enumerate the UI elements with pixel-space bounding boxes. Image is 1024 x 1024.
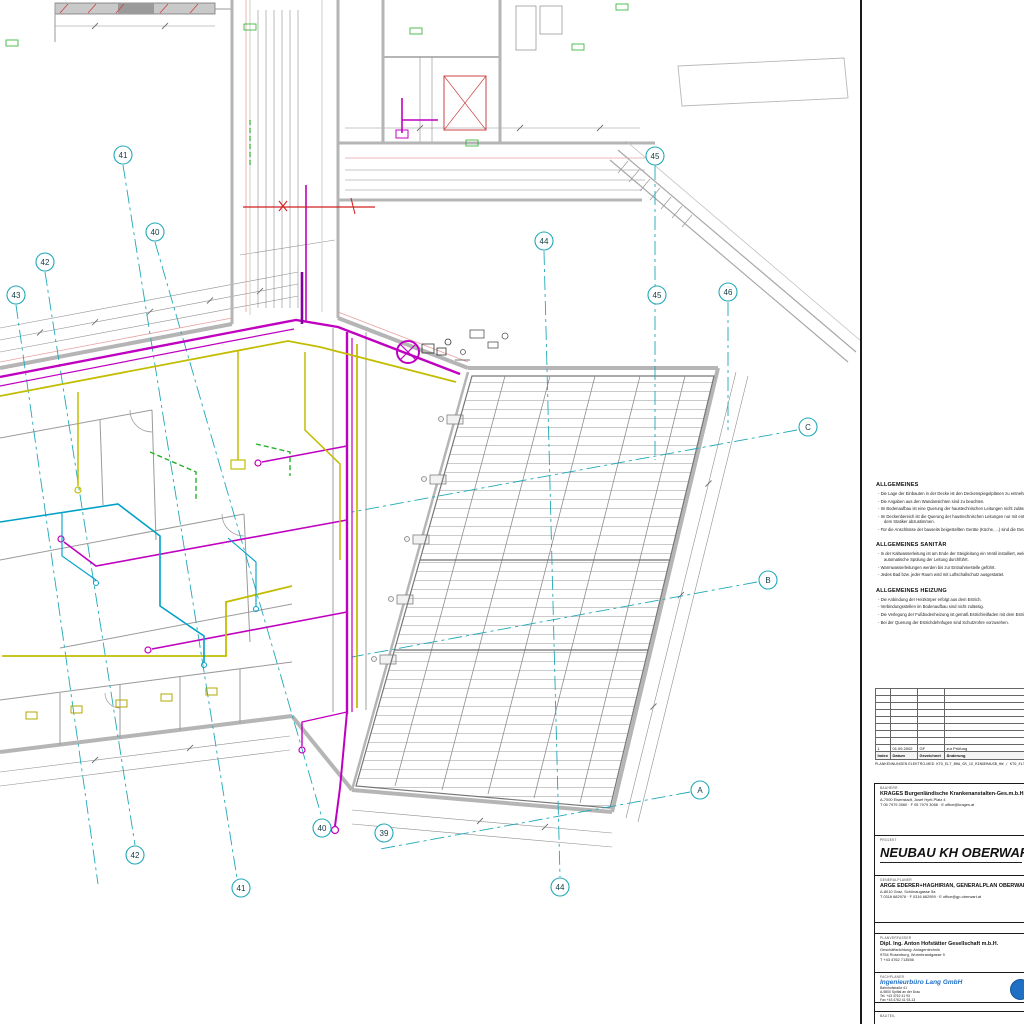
plankennung-label: PLANKENNUNGEN ELEKTRO-MED — [875, 762, 934, 766]
note-item: Die Lage der Einbauten in der Decke ist … — [884, 491, 1024, 496]
block-label: BAUHERR — [880, 786, 1022, 790]
generalplaner-block: GENERALPLANER ARGE EDERER+HAGHIRIAN, GEN… — [875, 876, 1024, 923]
notes-heading: ALLGEMEINES SANITÄR — [876, 542, 1024, 548]
svg-text:A: A — [697, 786, 703, 795]
title-block: BAUHERR KRAGES Burgenländische Krankenan… — [874, 783, 1024, 1024]
note-item: Die Verlegung der Fußbodenheizung ist ge… — [884, 612, 1024, 617]
revision-header-row: IndexDatum GezeichnetÄnderung — [876, 752, 1024, 760]
grid-bubble: 43 — [7, 286, 25, 304]
project-title: NEUBAU KH OBERWART — [880, 845, 1022, 863]
pipes-green-dashed — [150, 120, 290, 502]
title-block-panel: ALLGEMEINES Die Lage der Einbauten in de… — [860, 0, 1024, 1024]
projekt-block: PROJEKT NEUBAU KH OBERWART — [875, 836, 1024, 876]
svg-text:44: 44 — [540, 237, 549, 246]
planverfasser-line: T +43 4762 713556 — [880, 957, 1022, 962]
svg-text:42: 42 — [131, 851, 140, 860]
grid-bubble: 44 — [551, 878, 569, 896]
generalplaner-name: ARGE EDERER+HAGHIRIAN, GENERALPLAN OBERW… — [880, 883, 1022, 889]
svg-text:C: C — [805, 423, 811, 432]
table-row — [876, 717, 1024, 724]
grid-bubble: 46 — [719, 283, 737, 301]
revision-entry-row: 101.09.2002 GFzur Prüfung — [876, 745, 1024, 752]
svg-text:40: 40 — [151, 228, 160, 237]
note-item: Die Anbindung der Heizkörper erfolgt aus… — [884, 597, 1024, 602]
note-item: Verbindungsstellen im Bodenaufbau sind n… — [884, 604, 1024, 609]
table-row — [876, 738, 1024, 745]
table-row — [876, 710, 1024, 717]
grid-bubble: 40 — [313, 819, 331, 837]
pipes-cyan — [0, 504, 259, 668]
bauherr-name: KRAGES Burgenländische Krankenanstalten-… — [880, 791, 1022, 797]
svg-text:41: 41 — [237, 884, 246, 893]
bauteil-block: BAUTEIL — [875, 1012, 1024, 1024]
fachplaner-logo-icon — [1010, 979, 1024, 1000]
block-label: BAUTEIL — [880, 1014, 1022, 1018]
svg-text:43: 43 — [12, 291, 21, 300]
note-item: In der Kaltwasserleitung ist am Ende der… — [884, 551, 1024, 562]
grid-bubble: 41 — [114, 146, 132, 164]
revision-table: 101.09.2002 GFzur Prüfung IndexDatum Gez… — [875, 688, 1024, 760]
grid-bubble: A — [691, 781, 709, 799]
svg-text:41: 41 — [119, 151, 128, 160]
notes-heading: ALLGEMEINES HEIZUNG — [876, 588, 1024, 594]
grid-bubble: 42 — [126, 846, 144, 864]
notes-heading: ALLGEMEINES — [876, 482, 1024, 488]
fachplaner-block: FACHPLANER Ingenieurbüro Lang GmbH Bahnh… — [875, 973, 1024, 1003]
grid-bubble: 45 — [648, 286, 666, 304]
grid-bubble: C — [799, 418, 817, 436]
plan-sheet: 40 41 42 43 44 45 45 46 40 41 42 39 44 A… — [0, 0, 1024, 1024]
notes-allgemeines: ALLGEMEINES Die Lage der Einbauten in de… — [876, 482, 1024, 532]
notes-heizung: ALLGEMEINES HEIZUNG Die Anbindung der He… — [876, 588, 1024, 625]
general-notes: ALLGEMEINES Die Lage der Einbauten in de… — [876, 482, 1024, 635]
bauherr-block: BAUHERR KRAGES Burgenländische Krankenan… — [875, 784, 1024, 836]
note-item: Für die Anschlüsse der bauseits beigeste… — [884, 527, 1024, 532]
grid-bubble: 44 — [535, 232, 553, 250]
svg-text:46: 46 — [724, 288, 733, 297]
plankennung-code: KTO_ELT_BHA_GR_1G_RINGERAUSB_HW / KTO_EL… — [936, 762, 1024, 766]
generalplaner-contact: T 0316 682976 · F 0316 682959 · E office… — [880, 894, 1022, 899]
svg-text:39: 39 — [380, 829, 389, 838]
room-tags — [6, 4, 628, 146]
bauherr-contact: T 05 7979 3060 · F 05 7979 3066 · E offi… — [880, 802, 1022, 807]
grid-bubble: B — [759, 571, 777, 589]
note-item: Jedes Bad bzw. jeder Raum wird mit Lufts… — [884, 572, 1024, 577]
grid-bubble: 45 — [646, 147, 664, 165]
plankennung-block: PLANKENNUNG KT3_HLE_A7_GR_1U_RINGERSTAUB… — [875, 1003, 1024, 1012]
planinhalt-block: PLANINHALT KT3_HKC_A7_OE_1U_RINGERSTAUB1… — [875, 923, 1024, 934]
svg-text:40: 40 — [318, 824, 327, 833]
svg-text:45: 45 — [653, 291, 662, 300]
fachplaner-name: Ingenieurbüro Lang GmbH — [880, 979, 1022, 986]
note-item: Im Bodenaufbau ist eine Querung der haus… — [884, 506, 1024, 511]
block-label: PROJEKT — [880, 838, 1022, 842]
table-row — [876, 703, 1024, 710]
svg-text:B: B — [765, 576, 770, 585]
floor-plan-drawing: 40 41 42 43 44 45 45 46 40 41 42 39 44 A… — [0, 0, 862, 1024]
grid-bubble: 42 — [36, 253, 54, 271]
table-row — [876, 696, 1024, 703]
note-item: Die Angaben aus den Wandansichten sind z… — [884, 499, 1024, 504]
svg-text:45: 45 — [651, 152, 660, 161]
note-item: Bei der Querung der Estrichdehnfugen sin… — [884, 620, 1024, 625]
svg-text:42: 42 — [41, 258, 50, 267]
table-row — [876, 724, 1024, 731]
grid-bubble: 41 — [232, 879, 250, 897]
note-item: Warmwasserleitungen werden bis zur Entna… — [884, 565, 1024, 570]
table-row — [876, 689, 1024, 696]
block-label: GENERALPLANER — [880, 878, 1022, 882]
planverfasser-block: PLANVERFASSER Dipl. Ing. Anton Hofstätte… — [875, 934, 1024, 973]
plankennung-top: PLANKENNUNGEN ELEKTRO-MED KTO_ELT_BHA_GR… — [875, 762, 1024, 766]
block-label: PLANVERFASSER — [880, 936, 1022, 940]
svg-text:44: 44 — [556, 883, 565, 892]
grid-bubble: 39 — [375, 824, 393, 842]
note-item: Im Deckenbereich ist die Querung der hau… — [884, 514, 1024, 525]
grid-bubble: 40 — [146, 223, 164, 241]
table-row — [876, 731, 1024, 738]
notes-sanitaer: ALLGEMEINES SANITÄR In der Kaltwasserlei… — [876, 542, 1024, 577]
